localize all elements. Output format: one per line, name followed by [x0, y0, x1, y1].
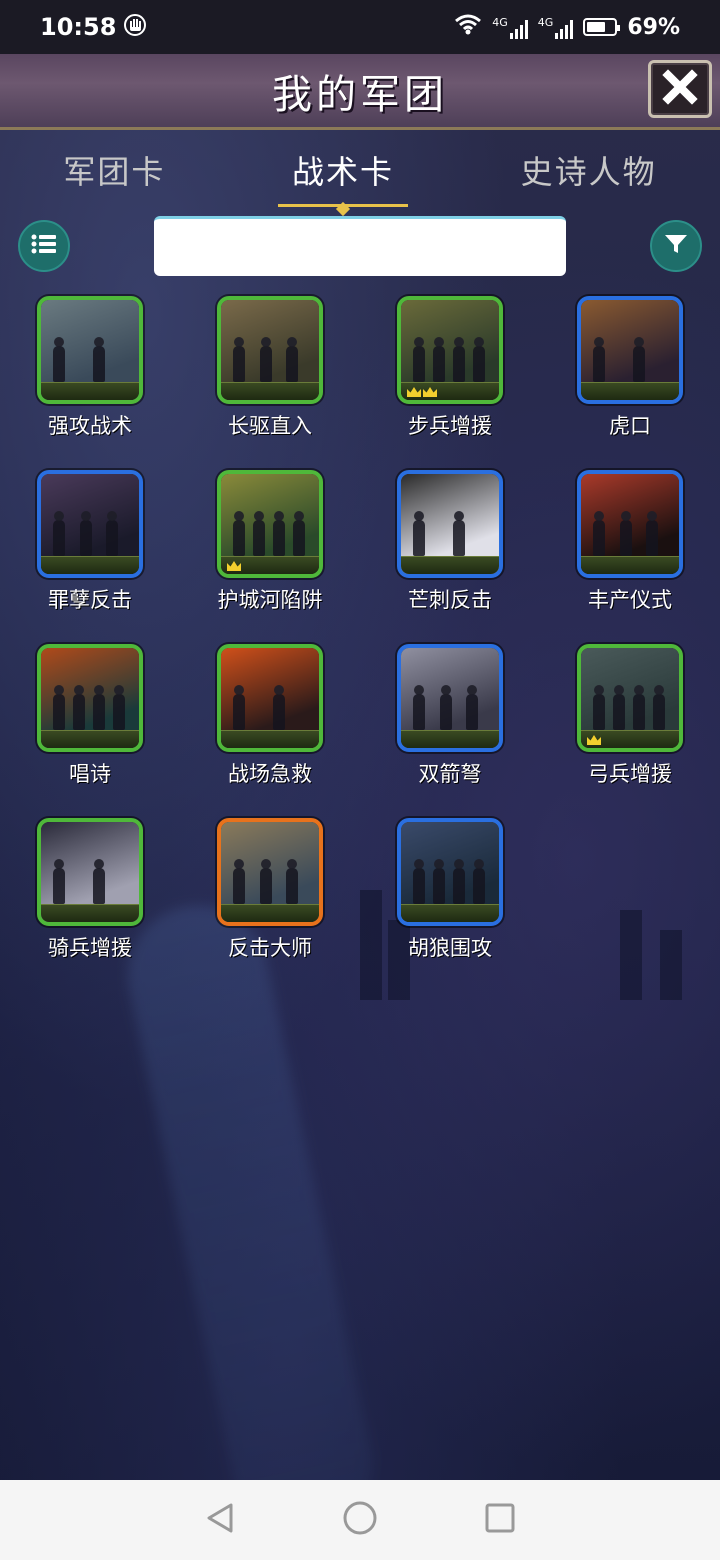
network-type-1: 4G — [492, 15, 508, 29]
card-name: 长驱直入 — [228, 414, 312, 438]
card-base — [401, 382, 499, 400]
card-name: 骑兵增援 — [48, 936, 132, 960]
card-frame — [397, 818, 503, 926]
status-bar: 10:58 4G 4G 69% — [0, 0, 720, 54]
card-frame — [217, 296, 323, 404]
tactic-card[interactable]: 战场急救 — [200, 644, 340, 794]
home-circle-icon — [342, 1500, 378, 1540]
card-name: 唱诗 — [69, 762, 111, 786]
battery-icon — [583, 18, 621, 36]
card-frame — [577, 644, 683, 752]
card-name: 步兵增援 — [408, 414, 492, 438]
tactic-card[interactable]: 护城河陷阱 — [200, 470, 340, 620]
system-nav-bar — [0, 1480, 720, 1560]
card-base — [41, 556, 139, 574]
card-name: 虎口 — [609, 414, 651, 438]
card-name: 双箭弩 — [418, 762, 482, 786]
card-name: 战场急救 — [228, 762, 312, 786]
close-button[interactable] — [648, 60, 712, 118]
card-base — [41, 382, 139, 400]
card-frame — [217, 470, 323, 578]
card-base — [221, 382, 319, 400]
card-name: 护城河陷阱 — [217, 588, 323, 612]
hand-icon — [124, 14, 147, 40]
tactic-card[interactable]: 罪孽反击 — [20, 470, 160, 620]
card-base — [221, 556, 319, 574]
tactic-card[interactable]: 芒刺反击 — [380, 470, 520, 620]
battery-percent: 69% — [627, 14, 680, 40]
recents-button[interactable] — [480, 1500, 520, 1540]
active-tab-indicator — [277, 204, 408, 207]
card-base — [581, 556, 679, 574]
tactic-card[interactable]: 唱诗 — [20, 644, 160, 794]
filter-icon — [663, 232, 689, 260]
card-name: 胡狼围攻 — [408, 936, 492, 960]
card-name: 罪孽反击 — [48, 588, 132, 612]
card-frame — [37, 470, 143, 578]
back-button[interactable] — [200, 1500, 240, 1540]
card-name: 芒刺反击 — [408, 588, 492, 612]
signal-icon — [509, 19, 528, 39]
card-base — [581, 730, 679, 748]
card-name: 反击大师 — [228, 936, 312, 960]
card-base — [401, 556, 499, 574]
card-frame — [397, 296, 503, 404]
page-title: 我的军团 — [272, 71, 448, 118]
card-name: 弓兵增援 — [588, 762, 672, 786]
card-base — [401, 904, 499, 922]
search-input[interactable] — [154, 216, 566, 276]
card-frame — [217, 644, 323, 752]
tab-tactic-cards[interactable]: 战术卡 — [277, 147, 408, 207]
tab-epic-heroes[interactable]: 史诗人物 — [515, 147, 663, 193]
card-base — [221, 730, 319, 748]
tactic-card[interactable]: 长驱直入 — [200, 296, 340, 446]
recents-square-icon — [483, 1501, 517, 1539]
list-view-button[interactable] — [18, 220, 70, 272]
tactic-card[interactable]: 胡狼围攻 — [380, 818, 520, 968]
card-frame — [37, 818, 143, 926]
crown-icon — [423, 387, 437, 397]
close-icon — [662, 69, 698, 109]
list-icon — [30, 232, 58, 260]
card-frame — [577, 296, 683, 404]
filter-button[interactable] — [650, 220, 702, 272]
tab-label: 史诗人物 — [520, 153, 657, 191]
card-name: 强攻战术 — [48, 414, 132, 438]
card-frame — [217, 818, 323, 926]
crown-icon — [587, 735, 601, 745]
card-frame — [37, 644, 143, 752]
tactic-card[interactable]: 弓兵增援 — [560, 644, 700, 794]
crown-icon — [407, 387, 421, 397]
back-triangle-icon — [203, 1501, 237, 1539]
tab-label: 军团卡 — [63, 153, 166, 191]
status-time: 10:58 — [40, 13, 117, 41]
tab-legion-cards[interactable]: 军团卡 — [57, 147, 171, 193]
card-base — [41, 904, 139, 922]
card-frame — [577, 470, 683, 578]
card-frame — [397, 644, 503, 752]
title-bar: 我的军团 — [0, 54, 720, 130]
card-frame — [37, 296, 143, 404]
signal-icon — [555, 19, 574, 39]
tactic-card[interactable]: 步兵增援 — [380, 296, 520, 446]
tactic-card[interactable]: 虎口 — [560, 296, 700, 446]
card-base — [581, 382, 679, 400]
tactic-card[interactable]: 丰产仪式 — [560, 470, 700, 620]
tactic-card[interactable]: 反击大师 — [200, 818, 340, 968]
wifi-icon — [454, 13, 482, 41]
network-type-2: 4G — [537, 15, 554, 29]
tactic-card[interactable]: 双箭弩 — [380, 644, 520, 794]
tab-bar: 军团卡 战术卡 史诗人物 — [0, 140, 720, 207]
card-base — [401, 730, 499, 748]
tactic-card[interactable]: 骑兵增援 — [20, 818, 160, 968]
tactic-card[interactable]: 强攻战术 — [20, 296, 160, 446]
card-name: 丰产仪式 — [588, 588, 672, 612]
card-base — [221, 904, 319, 922]
crown-icon — [227, 561, 241, 571]
card-frame — [397, 470, 503, 578]
card-base — [41, 730, 139, 748]
home-button[interactable] — [340, 1500, 380, 1540]
tab-label: 战术卡 — [291, 153, 394, 191]
